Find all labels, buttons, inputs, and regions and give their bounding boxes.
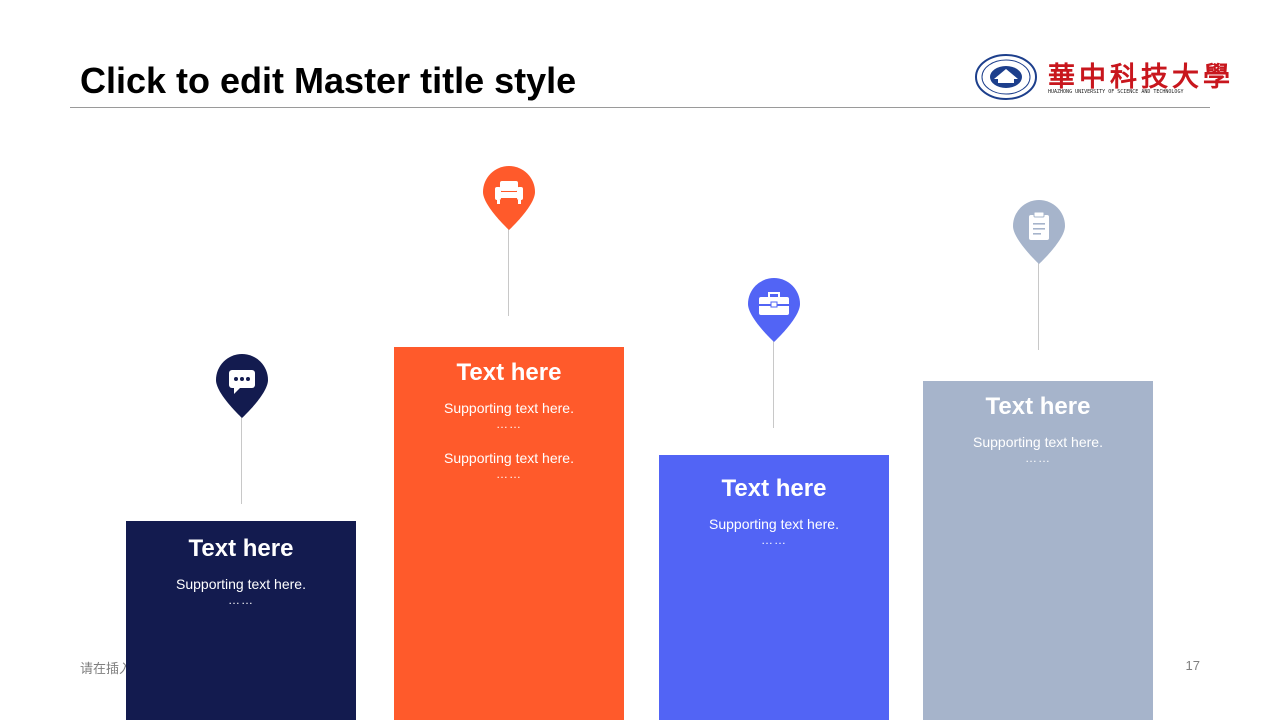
ellipsis-text: …… [1025,451,1051,465]
column-heading: Text here [721,475,827,502]
university-seal-icon [975,54,1037,100]
university-name-en: HUAZHONG UNIVERSITY OF SCIENCE AND TECHN… [1048,89,1184,95]
pin-marker-2[interactable] [481,164,537,232]
ellipsis-text: …… [496,467,522,481]
page-number: 17 [1185,658,1200,673]
pin-marker-4[interactable] [1011,198,1067,266]
clipboard-icon [1029,211,1049,240]
column-card-1[interactable]: Text here Supporting text here. …… [126,521,356,720]
column-card-4[interactable]: Text here Supporting text here. …… [923,381,1153,720]
ellipsis-text: …… [761,533,787,547]
column-card-3[interactable]: Text here Supporting text here. …… [659,455,889,720]
pin-connector-4 [1038,258,1039,350]
university-logo: 華中科技大學 HUAZHONG UNIVERSITY OF SCIENCE AN… [974,53,1230,103]
ellipsis-text: …… [496,417,522,431]
slide: Click to edit Master title style 華中科技大學 … [0,0,1280,720]
column-card-2[interactable]: Text here Supporting text here. …… Suppo… [394,347,624,720]
supporting-text: Supporting text here. [444,400,574,416]
slide-title[interactable]: Click to edit Master title style [80,60,576,102]
pin-connector-1 [241,412,242,504]
title-divider [70,107,1210,108]
pin-marker-3[interactable] [746,276,802,344]
footer-text[interactable]: 请在插入 [80,658,132,677]
column-heading: Text here [188,535,294,562]
column-heading: Text here [456,359,562,386]
pin-connector-3 [773,336,774,428]
supporting-text: Supporting text here. [176,576,306,592]
pin-connector-2 [508,224,509,316]
supporting-text: Supporting text here. [709,516,839,532]
supporting-text: Supporting text here. [444,450,574,466]
ellipsis-text: …… [228,593,254,607]
supporting-text: Supporting text here. [973,434,1103,450]
pin-marker-1[interactable] [214,352,270,420]
column-heading: Text here [985,393,1091,420]
